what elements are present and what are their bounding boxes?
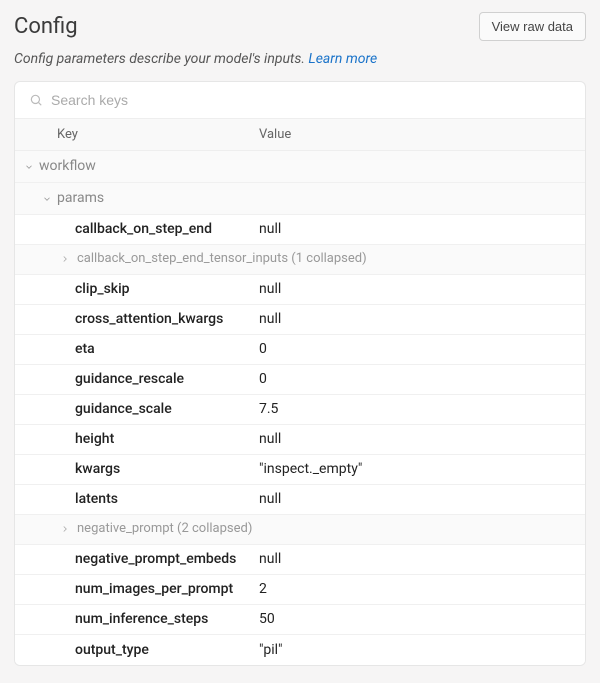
table-row[interactable]: negative_prompt_embeds null (15, 545, 585, 575)
page-title: Config (14, 14, 78, 39)
chevron-down-icon (19, 162, 39, 172)
param-key: guidance_rescale (75, 370, 184, 388)
param-value: "inspect._empty" (259, 460, 585, 478)
column-header-key: Key (15, 127, 259, 142)
param-key: cross_attention_kwargs (75, 310, 223, 328)
collapsed-label: negative_prompt (2 collapsed) (75, 521, 252, 538)
param-value: 0 (259, 370, 585, 388)
search-icon (29, 93, 43, 107)
param-key: callback_on_step_end (75, 220, 212, 238)
param-value: 0 (259, 340, 585, 358)
param-value: 7.5 (259, 400, 585, 418)
group-label: workflow (39, 157, 96, 175)
table-row[interactable]: eta 0 (15, 335, 585, 365)
search-input[interactable] (51, 92, 571, 108)
group-label: params (57, 189, 104, 207)
config-table: Key Value workflow params (14, 81, 586, 666)
param-value: null (259, 430, 585, 448)
param-value: null (259, 490, 585, 508)
table-row[interactable]: kwargs "inspect._empty" (15, 455, 585, 485)
subtitle: Config parameters describe your model's … (14, 51, 586, 67)
table-row[interactable]: num_images_per_prompt 2 (15, 575, 585, 605)
param-key: height (75, 430, 114, 448)
param-value: 2 (259, 580, 585, 598)
header-row: Config View raw data (14, 12, 586, 41)
config-panel: Config View raw data Config parameters d… (0, 0, 600, 666)
column-header-value: Value (259, 127, 585, 142)
chevron-right-icon (55, 524, 75, 534)
group-row-workflow[interactable]: workflow (15, 151, 585, 183)
param-key: guidance_scale (75, 400, 172, 418)
param-value: "pil" (259, 641, 585, 659)
table-row[interactable]: latents null (15, 485, 585, 515)
param-key: output_type (75, 641, 149, 659)
group-row-params[interactable]: params (15, 183, 585, 215)
param-key: latents (75, 490, 118, 508)
learn-more-link[interactable]: Learn more (308, 51, 377, 67)
param-key: negative_prompt_embeds (75, 550, 236, 568)
search-row (15, 82, 585, 119)
collapsed-label: callback_on_step_end_tensor_inputs (1 co… (75, 251, 367, 268)
table-row[interactable]: height null (15, 425, 585, 455)
param-value: 50 (259, 610, 585, 628)
table-row[interactable]: callback_on_step_end null (15, 215, 585, 245)
param-key: kwargs (75, 460, 120, 478)
param-key: num_inference_steps (75, 610, 208, 628)
table-row[interactable]: clip_skip null (15, 275, 585, 305)
param-value: null (259, 310, 585, 328)
table-row[interactable]: output_type "pil" (15, 635, 585, 665)
chevron-down-icon (37, 194, 57, 204)
param-value: null (259, 220, 585, 238)
view-raw-button[interactable]: View raw data (479, 12, 586, 41)
table-header: Key Value (15, 119, 585, 151)
table-row[interactable]: guidance_scale 7.5 (15, 395, 585, 425)
table-row[interactable]: cross_attention_kwargs null (15, 305, 585, 335)
param-key: eta (75, 340, 95, 358)
param-key: clip_skip (75, 280, 130, 298)
subtitle-text: Config parameters describe your model's … (14, 51, 308, 67)
param-value: null (259, 550, 585, 568)
collapsed-row-cb-tensor[interactable]: callback_on_step_end_tensor_inputs (1 co… (15, 245, 585, 275)
param-value: null (259, 280, 585, 298)
param-key: num_images_per_prompt (75, 580, 233, 598)
table-row[interactable]: guidance_rescale 0 (15, 365, 585, 395)
chevron-right-icon (55, 254, 75, 264)
collapsed-row-neg-prompt[interactable]: negative_prompt (2 collapsed) (15, 515, 585, 545)
table-row[interactable]: num_inference_steps 50 (15, 605, 585, 635)
